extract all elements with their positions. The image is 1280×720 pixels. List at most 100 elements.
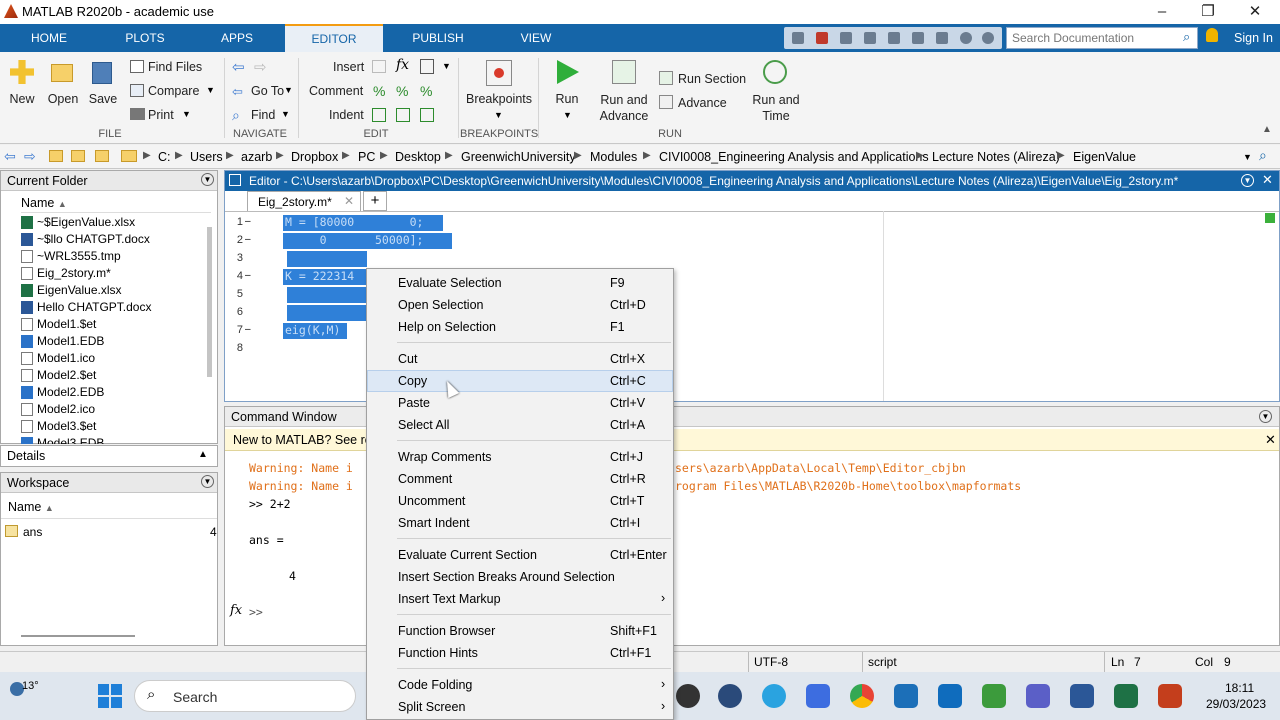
indent-button[interactable]: Indent xyxy=(329,108,364,122)
powerpoint-icon[interactable] xyxy=(1158,684,1182,708)
new-tab-button[interactable]: + xyxy=(363,191,387,211)
breadcrumb-item[interactable]: Modules xyxy=(590,150,637,164)
folder-history-icon[interactable] xyxy=(95,150,109,162)
save-icon[interactable] xyxy=(792,32,804,44)
browse-folder-icon[interactable] xyxy=(71,150,85,162)
details-panel[interactable]: Details ▲ xyxy=(0,445,218,467)
bell-icon[interactable] xyxy=(1206,28,1218,42)
column-header-name[interactable]: Name ▲ xyxy=(1,497,217,519)
breadcrumb-item[interactable]: Dropbox xyxy=(291,150,338,164)
fold-marker[interactable]: – xyxy=(245,270,251,281)
word-icon[interactable] xyxy=(1070,684,1094,708)
breadcrumb-item[interactable]: Users xyxy=(190,150,223,164)
table-row[interactable]: ans 4 xyxy=(5,523,217,541)
panel-menu-icon[interactable]: ▼ xyxy=(201,173,214,186)
windows-start-icon[interactable] xyxy=(98,684,122,708)
menu-item-code-folding[interactable]: Code Folding › xyxy=(367,674,673,696)
insert-function-icon[interactable] xyxy=(420,59,434,74)
close-icon[interactable]: ✕ xyxy=(1245,2,1265,22)
menu-item-open-selection[interactable]: Open Selection Ctrl+D xyxy=(367,294,673,316)
undo-icon[interactable] xyxy=(888,32,900,44)
minimize-icon[interactable]: – xyxy=(1152,2,1172,22)
run-button[interactable]: Run xyxy=(550,92,584,106)
tab-apps[interactable]: APPS xyxy=(206,24,268,52)
chevron-down-icon[interactable]: ▼ xyxy=(1243,152,1252,162)
column-header-name[interactable]: Name ▲ xyxy=(21,193,211,213)
code-line[interactable]: eig(K,M) xyxy=(283,323,347,339)
help-icon[interactable] xyxy=(960,32,972,44)
chevron-down-icon[interactable]: ▼ xyxy=(206,85,215,95)
find-files-button[interactable]: Find Files xyxy=(148,60,202,74)
smart-indent-icon[interactable] xyxy=(372,108,386,122)
insert-section-icon[interactable] xyxy=(372,60,386,73)
menu-item-evaluate-current-section[interactable]: Evaluate Current Section Ctrl+Enter xyxy=(367,544,673,566)
horizontal-scrollbar[interactable] xyxy=(21,635,135,637)
panel-menu-icon[interactable]: ▼ xyxy=(1259,410,1272,423)
breadcrumb-item[interactable]: CIVI0008_Engineering Analysis and Applic… xyxy=(659,150,929,164)
breadcrumb-item[interactable]: Desktop xyxy=(395,150,441,164)
menu-item-split-screen[interactable]: Split Screen › xyxy=(367,696,673,718)
switch-windows-icon[interactable] xyxy=(936,32,948,44)
chevron-down-icon[interactable]: ▼ xyxy=(284,85,293,95)
redo-icon[interactable] xyxy=(912,32,924,44)
menu-item-copy[interactable]: Copy Ctrl+C xyxy=(367,370,673,392)
fold-marker[interactable]: – xyxy=(245,324,251,335)
menu-item-wrap-comments[interactable]: Wrap Comments Ctrl+J xyxy=(367,446,673,468)
app-icon[interactable] xyxy=(676,684,700,708)
collapse-ribbon-icon[interactable]: ▲ xyxy=(1262,124,1272,135)
breadcrumb-item[interactable]: azarb xyxy=(241,150,272,164)
outlook-icon[interactable] xyxy=(938,684,962,708)
menu-item-comment[interactable]: Comment Ctrl+R xyxy=(367,468,673,490)
tab-eig-2story[interactable]: Eig_2story.m* ✕ xyxy=(247,191,361,211)
paste-icon[interactable] xyxy=(864,32,876,44)
menu-item-evaluate-selection[interactable]: Evaluate Selection F9 xyxy=(367,272,673,294)
comment-icon[interactable]: % xyxy=(373,83,385,99)
help-dropdown-icon[interactable] xyxy=(982,32,994,44)
increase-indent-icon[interactable] xyxy=(396,108,410,122)
menu-item-smart-indent[interactable]: Smart Indent Ctrl+I xyxy=(367,512,673,534)
breadcrumb-item[interactable]: Lecture Notes (Alireza) xyxy=(932,150,1060,164)
find-button[interactable]: Find xyxy=(251,108,275,122)
close-banner-icon[interactable]: ✕ xyxy=(1265,432,1276,448)
breadcrumb-item[interactable]: PC xyxy=(358,150,375,164)
fold-marker[interactable]: – xyxy=(245,216,251,227)
forward-arrow-icon[interactable]: ⇨ xyxy=(254,58,267,76)
menu-item-paste[interactable]: Paste Ctrl+V xyxy=(367,392,673,414)
breakpoints-button[interactable]: Breakpoints xyxy=(462,92,536,106)
code-analyzer-indicator[interactable] xyxy=(1265,213,1275,223)
code-line[interactable]: M = [80000 0; xyxy=(283,215,443,231)
up-folder-icon[interactable] xyxy=(49,150,63,162)
menu-item-insert-text-markup[interactable]: Insert Text Markup › xyxy=(367,588,673,610)
run-section-button[interactable]: Run Section xyxy=(678,72,746,86)
code-line[interactable]: 0 50000]; xyxy=(283,233,452,249)
menu-item-function-hints[interactable]: Function Hints Ctrl+F1 xyxy=(367,642,673,664)
cut-icon[interactable] xyxy=(816,32,828,44)
fold-marker[interactable]: – xyxy=(245,234,251,245)
search-documentation-input[interactable]: Search Documentation xyxy=(1006,27,1198,49)
app-icon[interactable] xyxy=(806,684,830,708)
tab-home[interactable]: HOME xyxy=(20,24,78,52)
comment-button[interactable]: Comment xyxy=(309,84,363,98)
menu-item-function-browser[interactable]: Function Browser Shift+F1 xyxy=(367,620,673,642)
close-icon[interactable]: ✕ xyxy=(1262,172,1273,188)
back-arrow-icon[interactable]: ⇦ xyxy=(232,58,245,76)
print-button[interactable]: Print xyxy=(148,108,174,122)
command-prompt[interactable]: >> xyxy=(249,605,263,619)
chevron-up-icon[interactable]: ▲ xyxy=(198,449,208,460)
taskbar-search-box[interactable]: ⌕ Search xyxy=(134,680,356,712)
go-to-button[interactable]: Go To xyxy=(251,84,284,98)
panel-menu-icon[interactable]: ▼ xyxy=(201,475,214,488)
advance-button[interactable]: Advance xyxy=(678,96,727,110)
tab-view[interactable]: VIEW xyxy=(505,24,567,52)
breadcrumb-item[interactable]: GreenwichUniversity xyxy=(461,150,576,164)
panel-menu-icon[interactable]: ▼ xyxy=(1241,174,1254,187)
chevron-down-icon[interactable]: ▼ xyxy=(494,110,503,120)
telegram-icon[interactable] xyxy=(762,684,786,708)
run-and-advance-button[interactable]: Run and Advance xyxy=(596,92,652,124)
wrap-comments-icon[interactable]: % xyxy=(420,83,432,99)
chevron-down-icon[interactable]: ▼ xyxy=(281,109,290,119)
excel-icon[interactable] xyxy=(1114,684,1138,708)
app-icon[interactable] xyxy=(718,684,742,708)
search-icon[interactable]: ⌕ xyxy=(1183,29,1190,45)
compare-button[interactable]: Compare xyxy=(148,84,199,98)
